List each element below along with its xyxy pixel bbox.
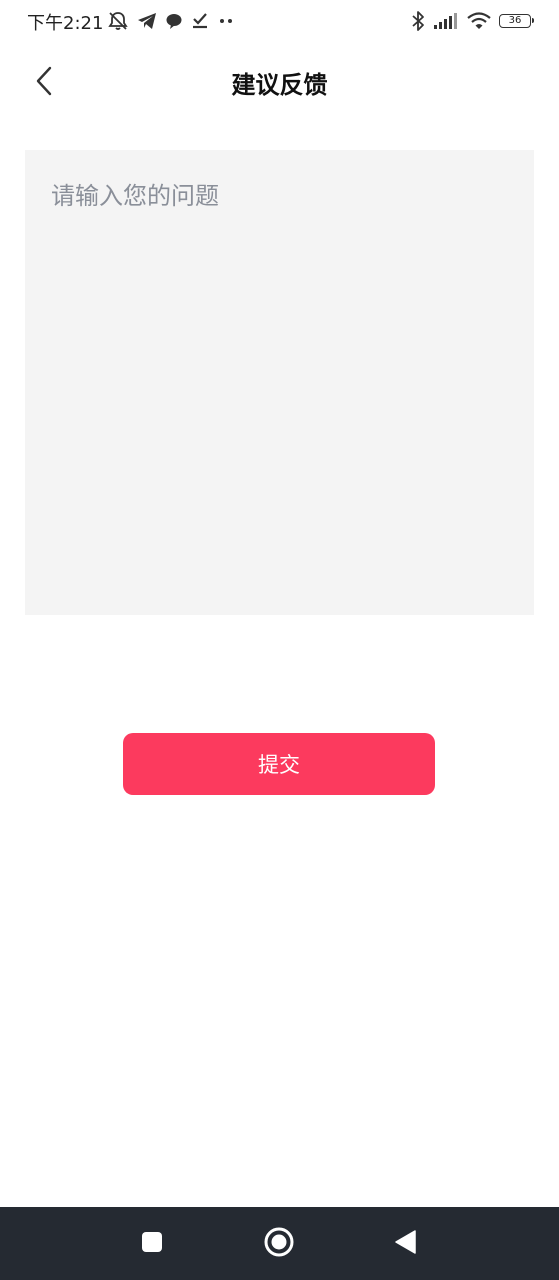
page-title: 建议反馈 xyxy=(231,71,328,99)
chat-bubble-icon xyxy=(165,12,183,30)
status-bar: 下午2:21 36 xyxy=(0,0,559,42)
bluetooth-icon xyxy=(411,10,425,32)
system-icons: 36 xyxy=(411,8,534,34)
battery-icon: 36 xyxy=(499,14,534,28)
navigation-bar xyxy=(0,1207,559,1280)
wifi-icon xyxy=(467,12,491,30)
status-time: 下午2:21 xyxy=(27,13,104,34)
recent-apps-button[interactable] xyxy=(133,1225,171,1263)
submit-button[interactable]: 提交 xyxy=(123,733,435,795)
recent-apps-icon xyxy=(140,1230,164,1258)
more-dots-icon xyxy=(217,17,235,25)
notification-icons xyxy=(107,8,235,34)
feedback-input[interactable] xyxy=(25,150,534,615)
home-icon xyxy=(263,1226,295,1262)
back-nav-button[interactable] xyxy=(386,1225,424,1263)
back-triangle-icon xyxy=(393,1229,417,1259)
home-button[interactable] xyxy=(260,1225,298,1263)
telegram-icon xyxy=(137,12,157,30)
signal-icon xyxy=(433,12,459,30)
download-check-icon xyxy=(191,12,209,30)
header: 建议反馈 xyxy=(0,50,559,114)
mute-icon xyxy=(107,11,129,31)
